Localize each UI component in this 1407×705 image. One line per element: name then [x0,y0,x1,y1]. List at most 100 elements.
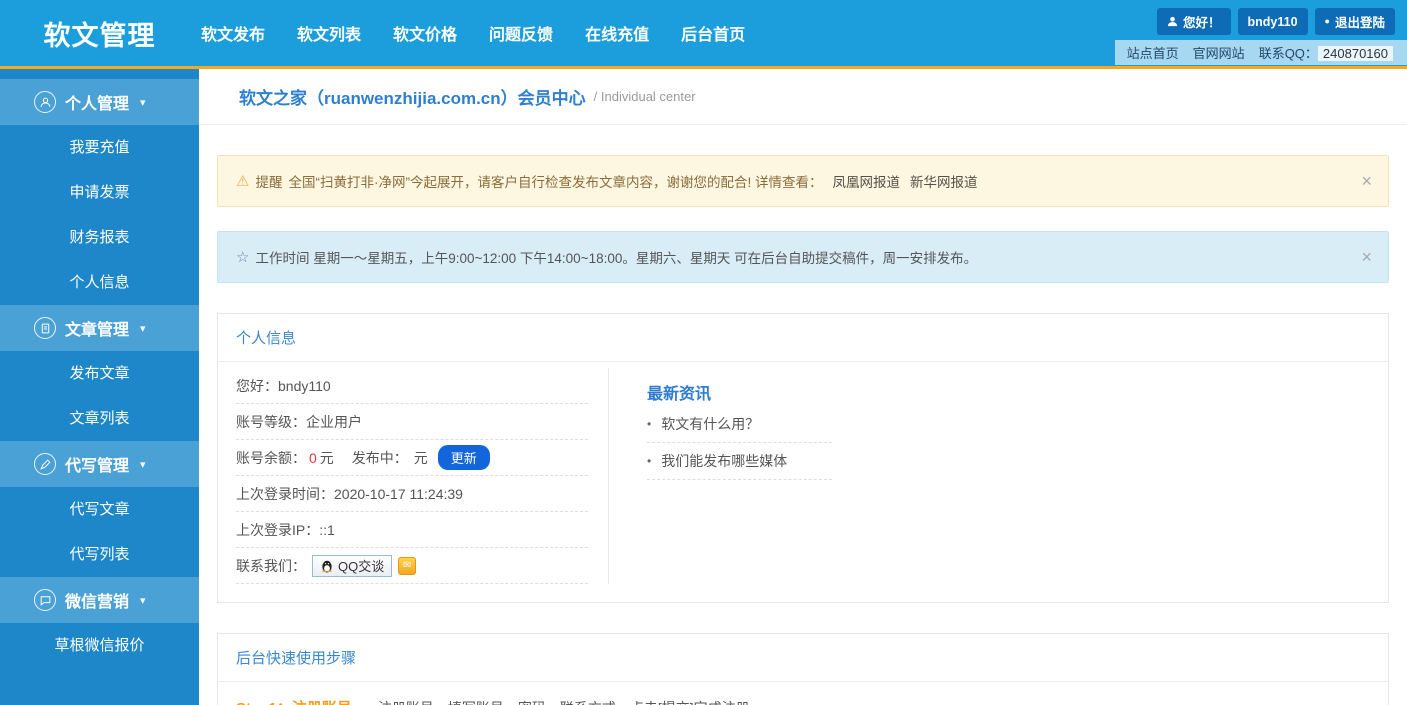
news-item-text: 我们能发布哪些媒体 [661,453,788,469]
section-label: 文章管理 [65,322,130,339]
step1-row: Step1：注册账号 注册账号，填写账号、密码、联系方式，点击[提交]完成注册 [218,682,1388,705]
sidebar-item-invoice[interactable]: 申请发票 [0,170,199,215]
sidebar-item-finance-report[interactable]: 财务报表 [0,215,199,260]
balance-label: 账号余额： [236,449,306,466]
chevron-down-icon: ▾ [140,458,146,471]
chevron-down-icon: ▾ [140,594,146,607]
sidebar-item-recharge[interactable]: 我要充值 [0,125,199,170]
working-hours-alert: ☆ 工作时间 星期一～星期五，上午9:00~12:00 下午14:00~18:0… [217,231,1389,283]
phoenix-report-link[interactable]: 凤凰网报道 [832,171,900,191]
level-label: 账号等级： [236,413,306,430]
sidebar-item-publish-article[interactable]: 发布文章 [0,351,199,396]
balance-value: 0 [309,449,317,466]
xinhua-report-link[interactable]: 新华网报道 [910,171,978,191]
working-hours-text: 工作时间 星期一～星期五，上午9:00~12:00 下午14:00~18:00。… [255,251,978,266]
nav-article-price[interactable]: 软文价格 [393,21,457,45]
qq-number: 240870160 [1317,46,1393,61]
top-nav: 软文发布 软文列表 软文价格 问题反馈 在线充值 后台首页 [201,21,745,45]
news-title: 最新资讯 [647,386,712,403]
pencil-icon [34,453,56,475]
notice-alert: ⚠ 提醒 全国“扫黄打非·净网”今起展开，请客户自行检查发布文章内容，谢谢您的配… [217,155,1389,207]
sidebar-item-article-list[interactable]: 文章列表 [0,396,199,441]
page: 软文管理 软文发布 软文列表 软文价格 问题反馈 在线充值 后台首页 您好！ b… [0,0,1407,705]
nav-admin-home[interactable]: 后台首页 [681,21,745,45]
step1-label: Step1：注册账号 [236,697,352,705]
sidebar-section-ghostwriting[interactable]: 代写管理 ▾ [0,441,199,487]
level-value: 企业用户 [306,413,362,430]
logout-button[interactable]: ● 退出登陆 [1314,8,1395,35]
notice-label: 提醒 [255,175,283,190]
qq-penguin-icon [322,560,332,572]
header-right: 您好！ bndy110 ● 退出登陆 站点首页 官网网站 联系QQ： 240870… [1114,8,1407,65]
logout-label: 退出登陆 [1334,16,1385,30]
sidebar-item-ghostwrite-list[interactable]: 代写列表 [0,532,199,577]
greeting-badge: 您好！ [1157,8,1231,35]
sidebar-item-grassroots-wechat-price[interactable]: 草根微信报价 [0,623,199,668]
last-ip-label: 上次登录IP： [236,521,320,538]
username-value: bndy110 [278,377,331,394]
sidebar-section-personal[interactable]: 个人管理 ▾ [0,79,199,125]
profile-panel-title: 个人信息 [218,314,1388,362]
chevron-down-icon: ▾ [140,96,146,109]
section-label: 代写管理 [65,458,130,475]
header-subnav: 站点首页 官网网站 联系QQ： 240870160 [1114,40,1407,65]
close-icon[interactable]: × [1361,172,1372,190]
nav-online-recharge[interactable]: 在线充值 [585,21,649,45]
chevron-down-icon: ▾ [140,322,146,335]
step1-text: 注册账号，填写账号、密码、联系方式，点击[提交]完成注册 [378,698,750,705]
balance-unit: 元 [319,449,334,466]
qq-chat-button[interactable]: QQ交谈 [312,554,393,577]
contact-row: 联系我们： QQ交谈 ✉ [236,548,588,584]
account-level-row: 账号等级： 企业用户 [236,404,588,440]
profile-panel: 个人信息 您好： bndy110 账号等级： 企业用户 账号余额： 0 元 发布… [217,313,1389,603]
username-badge: bndy110 [1237,8,1308,35]
publishing-label: 发布中： [351,449,408,466]
news-item-text: 软文有什么用？ [661,416,760,432]
main-content: 软文之家（ruanwenzhijia.com.cn）会员中心 / Individ… [199,69,1407,705]
last-login-label: 上次登录时间： [236,485,334,502]
last-login-value: 2020-10-17 11:24:39 [334,485,463,502]
sidebar-section-wechat[interactable]: 微信营销 ▾ [0,577,199,623]
greeting-label: 您好！ [1183,16,1221,30]
notice-text: 全国“扫黄打非·净网”今起展开，请客户自行检查发布文章内容，谢谢您的配合! 详情… [288,175,823,190]
quick-steps-panel: 后台快速使用步骤 Step1：注册账号 注册账号，填写账号、密码、联系方式，点击… [217,633,1389,705]
body-wrapper: 个人管理 ▾ 我要充值 申请发票 财务报表 个人信息 文章管理 ▾ 发布文章 文… [0,69,1407,705]
last-ip-value: ::1 [319,521,335,538]
quick-steps-title: 后台快速使用步骤 [218,634,1388,682]
nav-article-publish[interactable]: 软文发布 [201,21,265,45]
user-badges: 您好！ bndy110 ● 退出登陆 [1157,8,1395,35]
bullet-icon: • [647,417,652,431]
news-item[interactable]: • 我们能发布哪些媒体 [647,443,832,480]
update-balance-button[interactable]: 更新 [437,445,490,470]
envelope-icon: ✉ [403,560,412,571]
app-title: 软文管理 [43,20,156,51]
star-icon: ☆ [236,249,250,266]
sidebar-item-ghostwrite-article[interactable]: 代写文章 [0,487,199,532]
official-site-link[interactable]: 官网网站 [1193,43,1245,62]
user-icon [1167,16,1178,27]
nav-feedback[interactable]: 问题反馈 [489,21,553,45]
document-icon [34,317,56,339]
bullet-icon: • [647,454,652,468]
last-login-row: 上次登录时间： 2020-10-17 11:24:39 [236,476,588,512]
news-item[interactable]: • 软文有什么用？ [647,406,832,443]
contact-qq-label: 联系QQ： 240870160 [1259,43,1393,62]
site-home-link[interactable]: 站点首页 [1127,43,1179,62]
page-subtitle: / Individual center [593,89,696,104]
chat-icon [34,589,56,611]
profile-info-column: 您好： bndy110 账号等级： 企业用户 账号余额： 0 元 发布中： 元 … [236,368,608,584]
publishing-unit: 元 [413,449,428,466]
nav-article-list[interactable]: 软文列表 [297,21,361,45]
qq-status-icon[interactable]: ✉ [398,556,417,575]
warning-icon: ⚠ [236,173,250,190]
top-header: 软文管理 软文发布 软文列表 软文价格 问题反馈 在线充值 后台首页 您好！ b… [0,0,1407,69]
news-column: 最新资讯 • 软文有什么用？ • 我们能发布哪些媒体 [608,368,1370,584]
sidebar-item-profile[interactable]: 个人信息 [0,260,199,305]
close-icon[interactable]: × [1361,248,1372,266]
section-label: 个人管理 [65,96,130,113]
breadcrumb: 软文之家（ruanwenzhijia.com.cn）会员中心 / Individ… [199,69,1407,125]
sidebar-section-articles[interactable]: 文章管理 ▾ [0,305,199,351]
last-ip-row: 上次登录IP： ::1 [236,512,588,548]
qq-label: 联系QQ： [1258,46,1318,61]
section-label: 微信营销 [65,594,130,611]
